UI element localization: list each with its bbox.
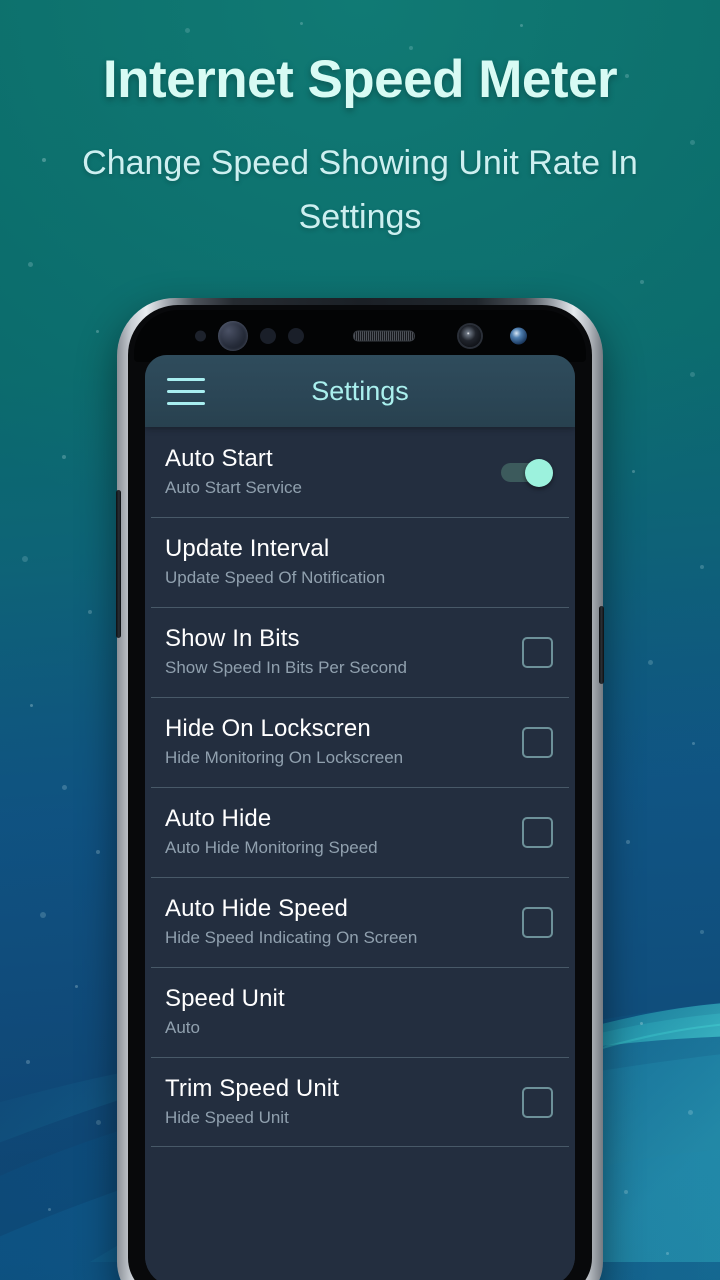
row-subtitle: Hide Speed Indicating On Screen	[165, 928, 418, 948]
page-subtitle: Change Speed Showing Unit Rate In Settin…	[82, 143, 638, 237]
phone-mockup: Settings Auto Start Auto Start Service U…	[116, 298, 604, 1280]
toggle-thumb	[525, 459, 553, 487]
auto-start-toggle[interactable]	[501, 459, 553, 487]
no-control-placeholder	[526, 999, 553, 1026]
proximity-sensor-icon	[195, 330, 206, 342]
selfie-camera-icon	[459, 325, 481, 347]
row-subtitle: Auto Hide Monitoring Speed	[165, 838, 378, 858]
volume-rocker-button[interactable]	[116, 490, 121, 638]
trim-speed-unit-checkbox[interactable]	[522, 1086, 553, 1118]
settings-row-update-interval[interactable]: Update Interval Update Speed Of Notifica…	[145, 517, 575, 607]
show-in-bits-checkbox[interactable]	[522, 636, 553, 668]
phone-screen: Settings Auto Start Auto Start Service U…	[145, 355, 575, 1280]
app-bar-title: Settings	[311, 375, 409, 406]
no-control-placeholder	[526, 549, 553, 576]
speaker-grille-icon	[353, 330, 415, 342]
row-subtitle: Auto	[165, 1018, 200, 1038]
auto-hide-speed-checkbox[interactable]	[522, 906, 553, 938]
power-button[interactable]	[599, 606, 604, 684]
row-title: Trim Speed Unit	[165, 1075, 339, 1103]
row-title: Show In Bits	[165, 625, 300, 653]
row-title: Auto Hide Speed	[165, 895, 348, 923]
promo-screenshot: Internet Speed Meter Change Speed Showin…	[0, 0, 720, 1280]
settings-row-show-in-bits[interactable]: Show In Bits Show Speed In Bits Per Seco…	[145, 607, 575, 697]
promo-header: Internet Speed Meter Change Speed Showin…	[0, 52, 720, 244]
hamburger-menu-icon[interactable]	[167, 377, 205, 405]
row-title: Speed Unit	[165, 985, 285, 1013]
row-subtitle: Hide Monitoring On Lockscreen	[165, 748, 404, 768]
settings-row-speed-unit[interactable]: Speed Unit Auto	[145, 967, 575, 1057]
settings-list: Auto Start Auto Start Service Update Int…	[145, 427, 575, 1280]
settings-row-hide-on-lockscreen[interactable]: Hide On Lockscren Hide Monitoring On Loc…	[145, 697, 575, 787]
settings-row-auto-hide-speed[interactable]: Auto Hide Speed Hide Speed Indicating On…	[145, 877, 575, 967]
row-subtitle: Update Speed Of Notification	[165, 568, 386, 588]
iris-scanner-icon	[510, 327, 527, 345]
hide-on-lockscreen-checkbox[interactable]	[522, 726, 553, 758]
app-bar: Settings	[145, 355, 575, 427]
row-title: Auto Start	[165, 445, 273, 473]
row-subtitle: Show Speed In Bits Per Second	[165, 658, 407, 678]
auto-hide-checkbox[interactable]	[522, 816, 553, 848]
front-camera-icon	[218, 321, 248, 351]
row-title: Hide On Lockscren	[165, 715, 371, 743]
ir-sensor-icon	[288, 328, 304, 344]
row-subtitle: Auto Start Service	[165, 478, 303, 498]
row-subtitle: Hide Speed Unit	[165, 1108, 289, 1128]
list-bottom-padding	[145, 1147, 575, 1225]
settings-row-trim-speed-unit[interactable]: Trim Speed Unit Hide Speed Unit	[145, 1057, 575, 1147]
settings-row-auto-hide[interactable]: Auto Hide Auto Hide Monitoring Speed	[145, 787, 575, 877]
light-sensor-icon	[260, 328, 276, 344]
row-title: Update Interval	[165, 535, 330, 563]
row-title: Auto Hide	[165, 805, 272, 833]
page-title: Internet Speed Meter	[102, 50, 618, 109]
settings-row-auto-start[interactable]: Auto Start Auto Start Service	[145, 427, 575, 517]
